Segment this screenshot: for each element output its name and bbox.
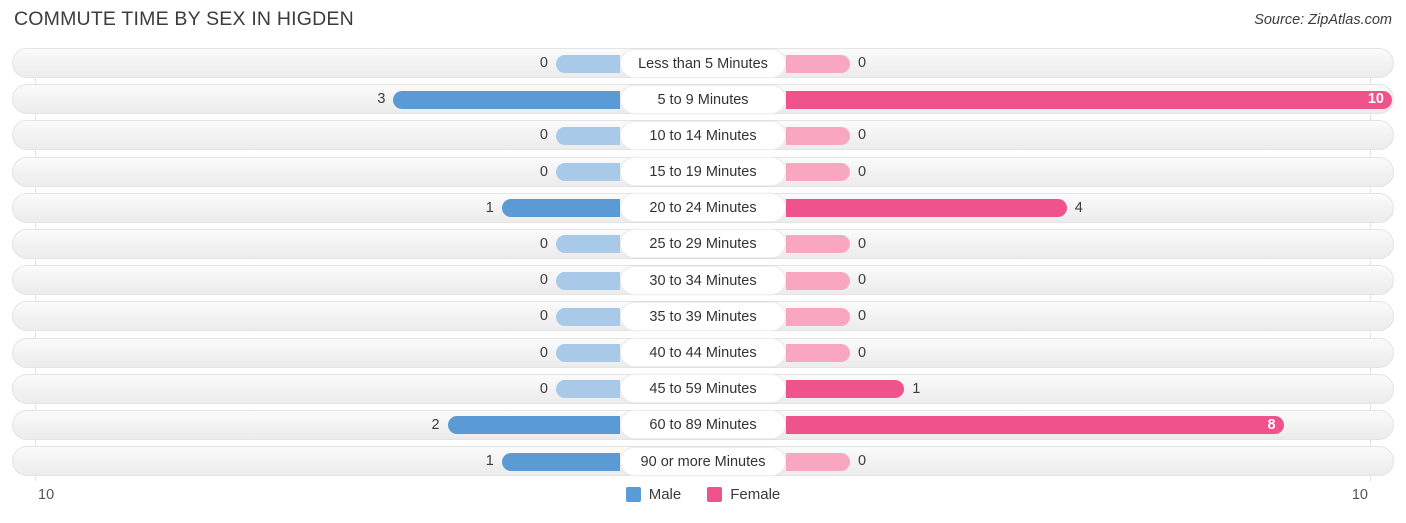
- chart-row: 0 0 40 to 44 Minutes: [0, 336, 1406, 372]
- chart-row: 1 4 20 to 24 Minutes: [0, 191, 1406, 227]
- value-label-male: 1: [485, 453, 494, 470]
- value-label-female: 8: [1267, 416, 1276, 433]
- category-label: 40 to 44 Minutes: [620, 338, 786, 367]
- category-label: 30 to 34 Minutes: [620, 265, 786, 295]
- bar-male[interactable]: [556, 235, 620, 254]
- bar-female[interactable]: [786, 344, 850, 362]
- value-label-female: 0: [858, 344, 867, 361]
- bar-male[interactable]: [556, 271, 620, 290]
- value-label-male: 3: [377, 91, 386, 108]
- category-label: 60 to 89 Minutes: [620, 410, 786, 440]
- bar-male[interactable]: [556, 344, 620, 362]
- category-label: 15 to 19 Minutes: [620, 157, 786, 187]
- value-label-male: 0: [539, 235, 548, 252]
- value-label-female: 0: [858, 127, 867, 144]
- category-label: 25 to 29 Minutes: [620, 229, 786, 259]
- value-label-female: 0: [858, 163, 867, 180]
- chart-row: 0 0 25 to 29 Minutes: [0, 227, 1406, 263]
- chart-row: 0 0 15 to 19 Minutes: [0, 155, 1406, 191]
- value-label-male: 0: [539, 127, 548, 144]
- bar-female[interactable]: [786, 163, 850, 182]
- bar-female[interactable]: [786, 271, 850, 290]
- chart-rows: 0 0 Less than 5 Minutes 3 10 5 to 9 Minutes 0 0…: [0, 46, 1406, 480]
- bar-male[interactable]: [501, 452, 620, 471]
- category-label: 90 or more Minutes: [620, 446, 786, 476]
- value-label-male: 2: [431, 416, 440, 433]
- value-label-male: 0: [539, 163, 548, 180]
- bar-male[interactable]: [556, 54, 620, 73]
- value-label-female: 0: [858, 453, 867, 470]
- legend-item-male[interactable]: Male: [625, 486, 682, 503]
- chart-header: COMMUTE TIME BY SEX IN HIGDEN Source: Zi…: [0, 0, 1406, 46]
- bar-male[interactable]: [556, 163, 620, 182]
- bar-male[interactable]: [393, 90, 620, 109]
- legend: Male Female: [0, 486, 1406, 503]
- chart-page: COMMUTE TIME BY SEX IN HIGDEN Source: Zi…: [0, 0, 1406, 523]
- category-label: 5 to 9 Minutes: [620, 84, 786, 114]
- value-label-female: 1: [912, 380, 921, 397]
- value-label-male: 1: [485, 199, 494, 216]
- value-label-male: 0: [539, 272, 548, 289]
- bar-female[interactable]: [786, 90, 1392, 109]
- bar-male[interactable]: [556, 126, 620, 145]
- bar-female[interactable]: [786, 199, 1067, 218]
- value-label-male: 0: [539, 308, 548, 325]
- chart-row: 0 1 45 to 59 Minutes: [0, 372, 1406, 408]
- value-label-female: 0: [858, 55, 867, 71]
- bar-female[interactable]: [786, 54, 850, 73]
- bar-female[interactable]: [786, 380, 905, 399]
- value-label-female: 10: [1367, 91, 1384, 108]
- page-title: COMMUTE TIME BY SEX IN HIGDEN: [14, 8, 354, 30]
- legend-item-female[interactable]: Female: [707, 486, 780, 503]
- legend-label-female: Female: [730, 486, 781, 503]
- chart-row: 2 8 60 to 89 Minutes: [0, 408, 1406, 444]
- value-label-male: 0: [539, 344, 548, 361]
- bar-female[interactable]: [786, 416, 1284, 435]
- value-label-female: 0: [858, 272, 867, 289]
- bar-male[interactable]: [447, 416, 620, 435]
- value-label-female: 0: [858, 235, 867, 252]
- chart-row: 0 0 35 to 39 Minutes: [0, 299, 1406, 335]
- value-label-female: 0: [858, 308, 867, 325]
- bar-female[interactable]: [786, 126, 850, 145]
- chart-row: 0 0 30 to 34 Minutes: [0, 263, 1406, 299]
- bar-female[interactable]: [786, 452, 850, 471]
- chart-footer: 10 10 Male Female: [0, 481, 1406, 523]
- legend-label-male: Male: [648, 486, 682, 503]
- chart-row: 1 0 90 or more Minutes: [0, 444, 1406, 480]
- chart-row: 0 0 Less than 5 Minutes: [0, 46, 1406, 82]
- chart-row: 3 10 5 to 9 Minutes: [0, 82, 1406, 118]
- category-label: 10 to 14 Minutes: [620, 120, 786, 150]
- bar-female[interactable]: [786, 235, 850, 254]
- bar-female[interactable]: [786, 307, 850, 326]
- legend-swatch-female-icon: [707, 487, 723, 502]
- source-attribution: Source: ZipAtlas.com: [1254, 12, 1392, 28]
- category-label: 45 to 59 Minutes: [620, 374, 786, 404]
- chart-row: 0 0 10 to 14 Minutes: [0, 118, 1406, 154]
- value-label-male: 0: [539, 55, 548, 71]
- bar-male[interactable]: [501, 199, 620, 218]
- plot-area: 0 0 Less than 5 Minutes 3 10 5 to 9 Minutes 0 0…: [0, 46, 1406, 481]
- category-label: Less than 5 Minutes: [620, 48, 786, 78]
- bar-male[interactable]: [556, 380, 620, 399]
- legend-swatch-male-icon: [625, 487, 641, 502]
- category-label: 20 to 24 Minutes: [620, 193, 786, 223]
- category-label: 35 to 39 Minutes: [620, 301, 786, 331]
- bar-male[interactable]: [556, 307, 620, 326]
- value-label-female: 4: [1074, 199, 1083, 216]
- value-label-male: 0: [539, 380, 548, 397]
